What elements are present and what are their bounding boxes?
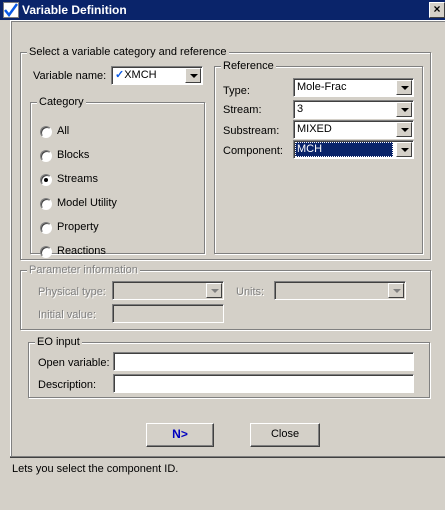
category-radio-reactions[interactable] xyxy=(40,246,52,258)
initial-value-label: Initial value: xyxy=(38,309,97,321)
chevron-down-icon xyxy=(388,283,404,298)
stream-value: 3 xyxy=(297,103,304,115)
chevron-down-icon[interactable] xyxy=(396,102,412,117)
category-radio-blocks[interactable] xyxy=(40,150,52,162)
substream-value: MIXED xyxy=(297,123,332,135)
next-button[interactable]: N> xyxy=(146,423,214,447)
parameter-info-group-label: Parameter information xyxy=(27,264,140,277)
category-radio-streams[interactable] xyxy=(40,174,52,186)
close-button[interactable]: Close xyxy=(250,423,320,447)
category-group-label: Category xyxy=(37,96,86,109)
close-window-button[interactable]: × xyxy=(429,2,445,18)
type-label: Type: xyxy=(223,85,250,97)
category-label-model-utility: Model Utility xyxy=(57,197,117,209)
chevron-down-icon[interactable] xyxy=(396,122,412,137)
description-label: Description: xyxy=(38,379,97,391)
component-label: Component: xyxy=(223,145,283,157)
type-select[interactable]: Mole-Frac xyxy=(293,78,414,97)
substream-label: Substream: xyxy=(223,125,280,137)
checkmark-app-icon xyxy=(3,2,19,18)
variable-name-select[interactable]: ✓XMCH xyxy=(111,66,203,85)
component-select[interactable]: MCH xyxy=(293,140,414,159)
physical-type-label: Physical type: xyxy=(38,286,106,298)
chevron-down-icon[interactable] xyxy=(185,68,201,83)
window-title: Variable Definition xyxy=(22,3,127,17)
category-label-reactions: Reactions xyxy=(57,245,106,257)
open-variable-label: Open variable: xyxy=(38,357,110,369)
description-input[interactable] xyxy=(113,374,414,393)
open-variable-input[interactable] xyxy=(113,352,414,371)
variable-name-label: Variable name: xyxy=(33,70,107,82)
eo-input-group-label: EO input xyxy=(35,336,82,349)
units-select xyxy=(274,281,406,300)
category-label-streams: Streams xyxy=(57,173,98,185)
status-panel: Lets you select the component ID. xyxy=(10,456,445,510)
chevron-down-icon[interactable] xyxy=(396,80,412,95)
status-text: Lets you select the component ID. xyxy=(12,463,179,475)
category-radio-model-utility[interactable] xyxy=(40,198,52,210)
units-label: Units: xyxy=(236,286,265,298)
physical-type-select xyxy=(112,281,224,300)
category-radio-all[interactable] xyxy=(40,126,52,138)
reference-group-label: Reference xyxy=(221,60,276,73)
select-category-group-label: Select a variable category and reference xyxy=(27,46,229,59)
category-label-blocks: Blocks xyxy=(57,149,90,161)
category-radio-property[interactable] xyxy=(40,222,52,234)
title-bar: Variable Definition × xyxy=(0,0,445,20)
variable-name-value: XMCH xyxy=(124,69,157,81)
chevron-down-icon xyxy=(206,283,222,298)
substream-select[interactable]: MIXED xyxy=(293,120,414,139)
type-value: Mole-Frac xyxy=(297,81,347,93)
component-value: MCH xyxy=(295,142,393,157)
category-label-all: All xyxy=(57,125,70,137)
stream-select[interactable]: 3 xyxy=(293,100,414,119)
chevron-down-icon[interactable] xyxy=(396,142,412,157)
category-label-property: Property xyxy=(57,221,99,233)
initial-value-field xyxy=(112,304,224,323)
stream-label: Stream: xyxy=(223,104,262,116)
checkmark-icon: ✓ xyxy=(115,69,125,81)
